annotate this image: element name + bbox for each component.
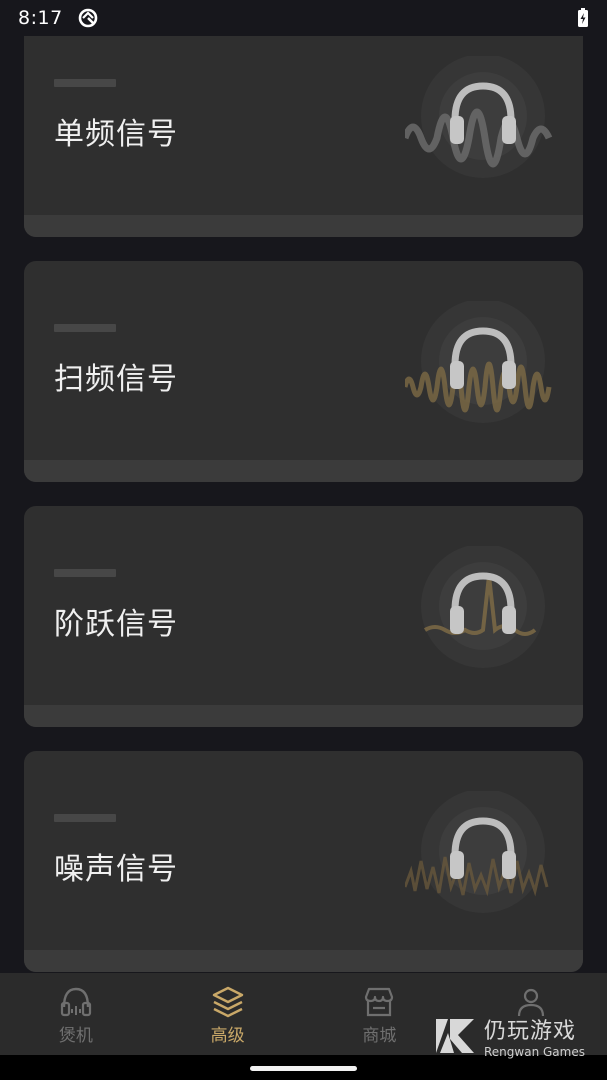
headphones-wave-icon: [405, 56, 553, 178]
headphones-sweep-icon: [405, 301, 552, 423]
watermark-subtitle: Rengwan Games: [484, 1045, 585, 1059]
nav-label: 商城: [362, 1026, 397, 1046]
headphones-step-icon: [421, 546, 545, 668]
store-icon: [365, 987, 394, 1017]
status-time: 8:17: [18, 7, 63, 29]
card-title: 单频信号: [54, 117, 178, 152]
layers-icon: [212, 986, 243, 1018]
card-step-signal[interactable]: 阶跃信号: [24, 506, 583, 727]
nav-label: 煲机: [58, 1026, 93, 1046]
card-footer: [24, 215, 583, 237]
headphones-icon: [60, 987, 91, 1017]
watermark-logo-icon: [436, 1019, 474, 1053]
card-title: 扫频信号: [54, 362, 178, 397]
card-title: 阶跃信号: [54, 607, 178, 642]
nav-item-burn-in[interactable]: 煲机: [0, 973, 152, 1055]
card-footer: [24, 950, 583, 972]
watermark-title: 仍玩游戏: [484, 1019, 577, 1044]
home-indicator[interactable]: [250, 1066, 357, 1071]
card-footer: [24, 705, 583, 727]
card-accent-dash: [54, 324, 116, 332]
watermark: 仍玩游戏 Rengwan Games: [432, 1013, 585, 1059]
battery-charging-icon: [578, 8, 588, 27]
nav-label: 高级: [210, 1026, 245, 1046]
card-footer: [24, 460, 583, 482]
app-notification-icon: [78, 8, 97, 28]
nav-item-advanced[interactable]: 高级: [152, 973, 304, 1055]
card-accent-dash: [54, 569, 116, 577]
card-single-frequency[interactable]: 单频信号: [24, 16, 583, 237]
headphones-noise-icon: [405, 791, 549, 913]
card-sweep-frequency[interactable]: 扫频信号: [24, 261, 583, 482]
card-noise-signal[interactable]: 噪声信号: [24, 751, 583, 972]
card-accent-dash: [54, 79, 116, 87]
status-bar: 8:17: [0, 0, 607, 36]
card-title: 噪声信号: [54, 852, 178, 887]
card-accent-dash: [54, 814, 116, 822]
